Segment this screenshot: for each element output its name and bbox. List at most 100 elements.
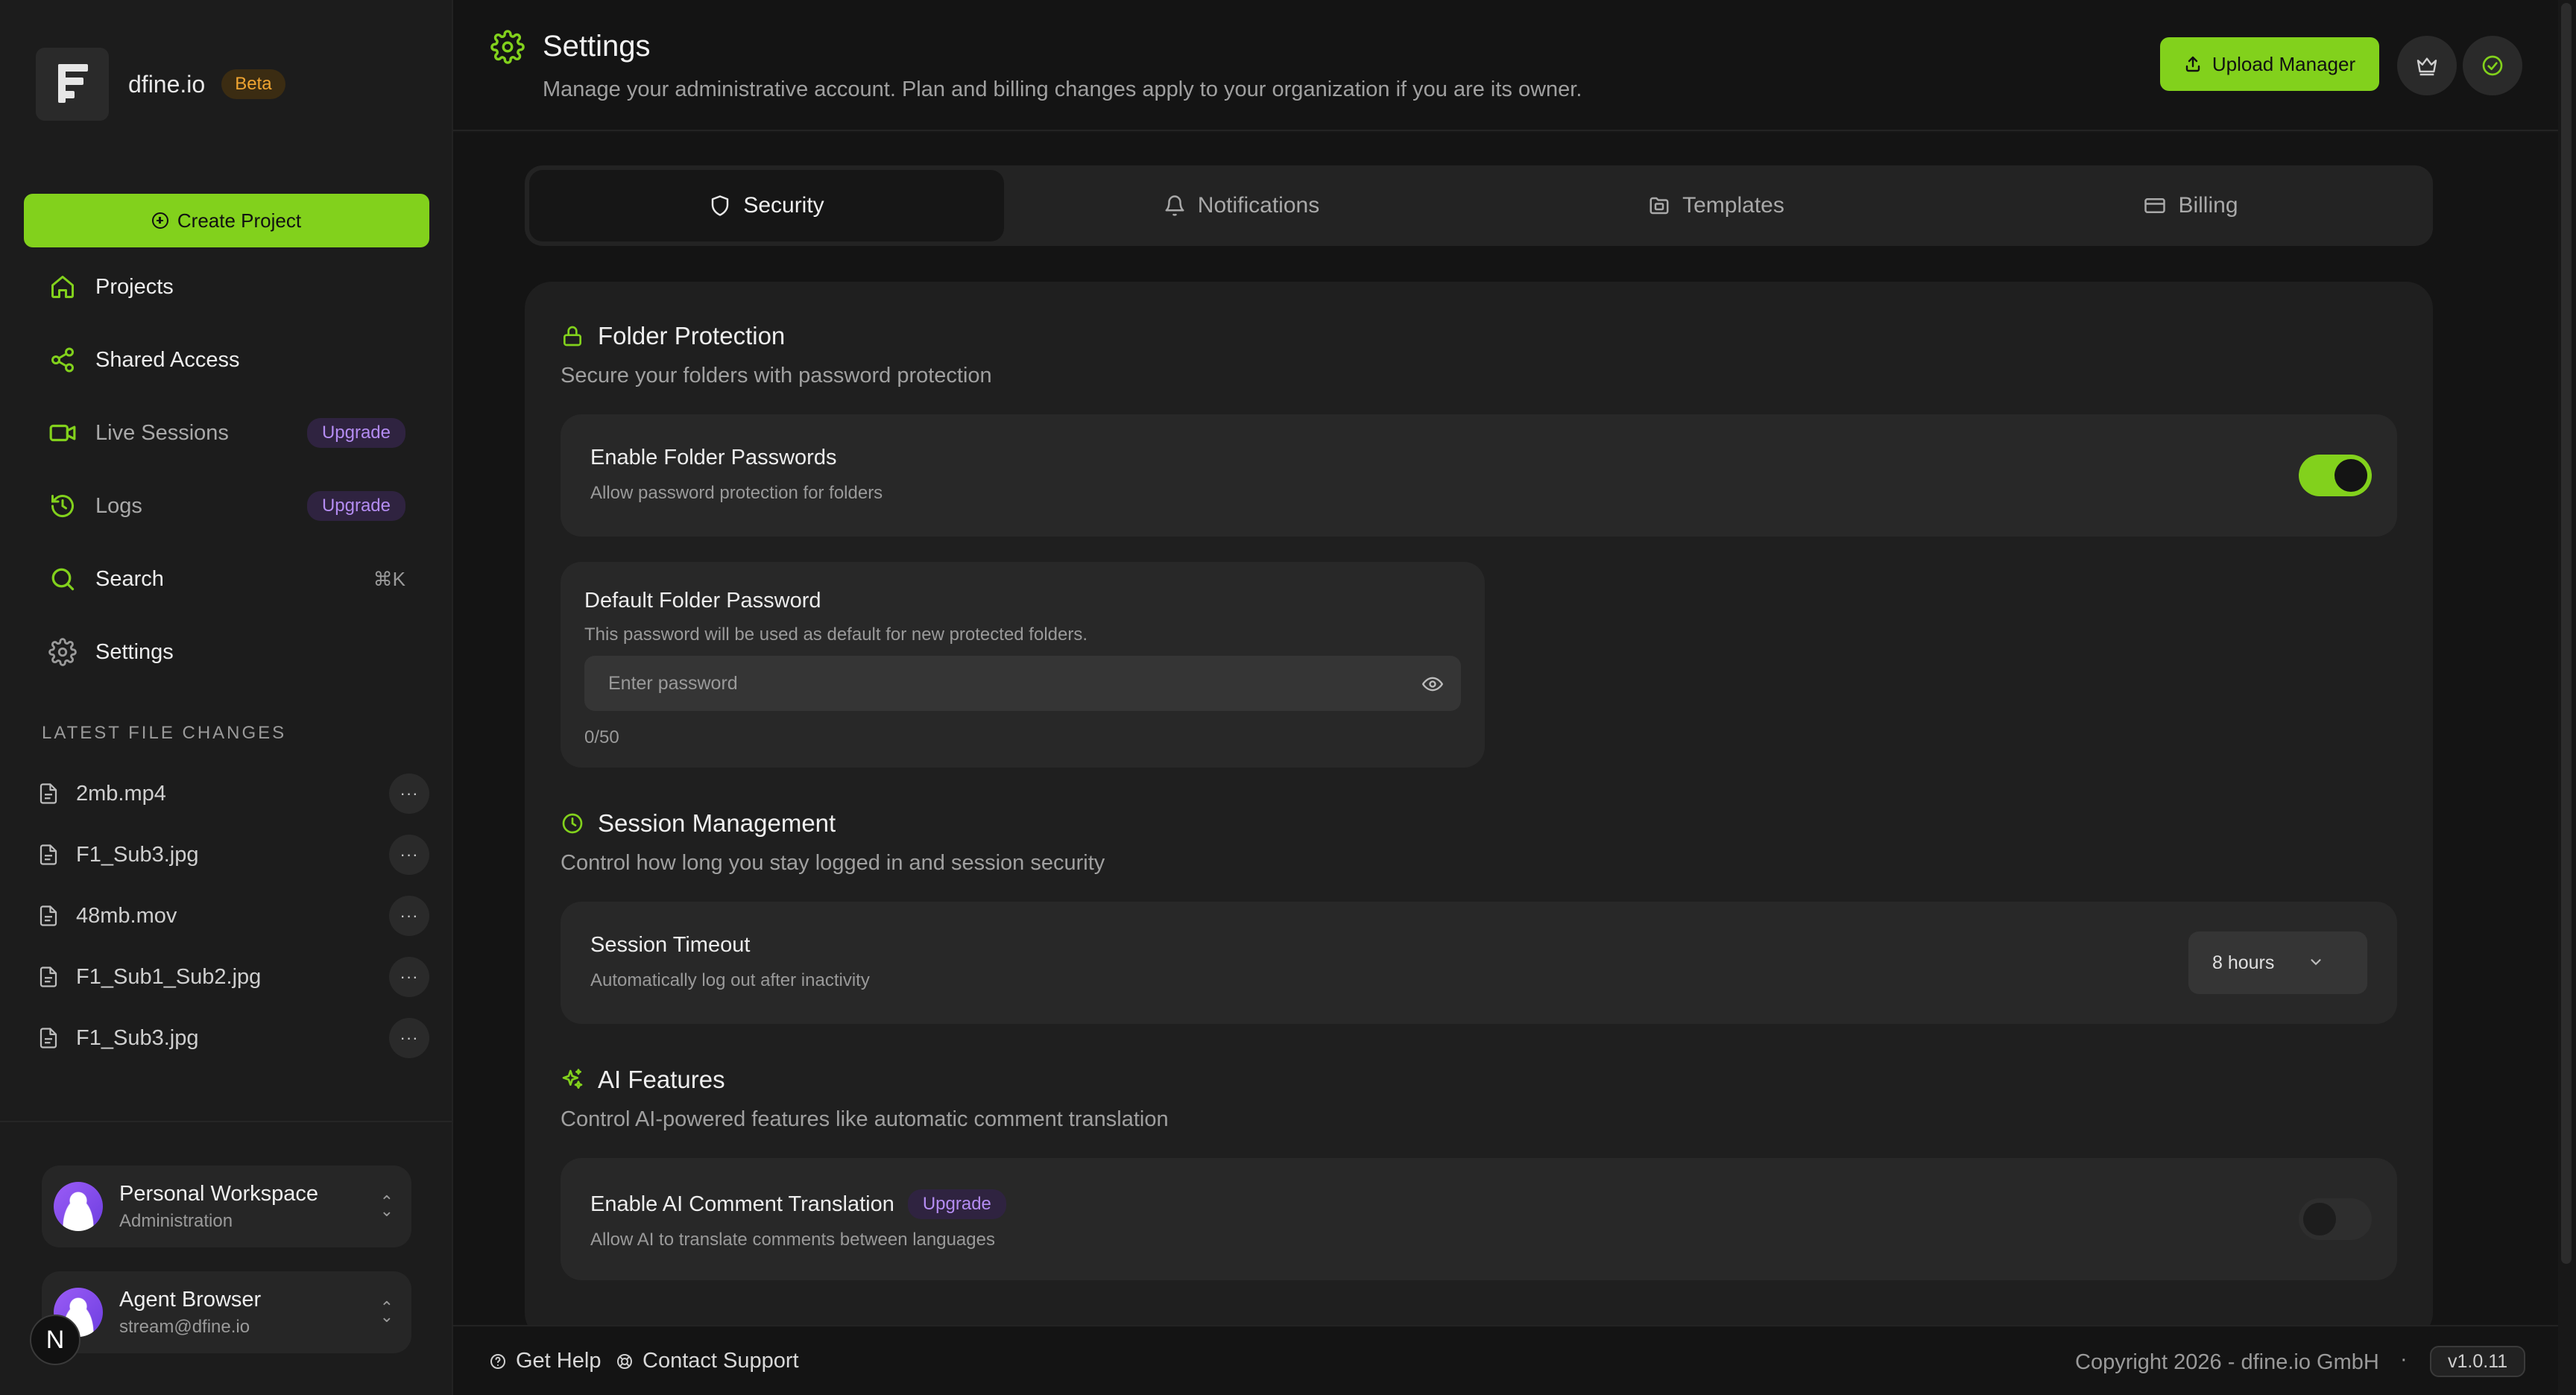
section-title: AI Features xyxy=(598,1066,725,1093)
tab-label: Billing xyxy=(2178,193,2238,218)
search-icon xyxy=(48,564,78,594)
home-icon xyxy=(48,272,78,302)
footer-separator: · xyxy=(2400,1347,2408,1371)
setting-description: Allow AI to translate comments between l… xyxy=(590,1230,995,1250)
sidebar-item-search[interactable]: Search ⌘K xyxy=(24,542,429,616)
sidebar-item-label: Shared Access xyxy=(95,347,240,372)
enable-folder-passwords-card: Enable Folder Passwords Allow password p… xyxy=(561,414,2397,537)
status-check-button[interactable] xyxy=(2463,36,2522,95)
chevron-updown-icon: ⌃ ⌄ xyxy=(379,1192,394,1220)
default-password-input[interactable] xyxy=(584,656,1461,711)
setting-title-row: Enable AI Comment Translation Upgrade xyxy=(590,1189,1006,1219)
file-menu-button[interactable]: ··· xyxy=(389,1018,429,1058)
sidebar-item-label: Projects xyxy=(95,274,174,299)
tab-notifications[interactable]: Notifications xyxy=(1004,170,1479,241)
ai-features-heading: AI Features xyxy=(561,1066,725,1094)
file-icon xyxy=(40,905,57,926)
setting-title: Session Timeout xyxy=(590,933,751,957)
sidebar-item-logs[interactable]: Logs Upgrade xyxy=(24,469,429,542)
sparkles-icon xyxy=(562,1069,583,1089)
bell-icon xyxy=(1165,195,1184,216)
upload-manager-label: Upload Manager xyxy=(2212,52,2356,75)
avatar xyxy=(54,1182,103,1231)
file-item[interactable]: F1_Sub3.jpg ··· xyxy=(24,1008,429,1069)
contact-support-link[interactable]: Contact Support xyxy=(616,1349,799,1373)
crown-icon xyxy=(2416,57,2437,76)
setting-description: Automatically log out after inactivity xyxy=(590,970,870,990)
sidebar-nav: Projects Shared Access Live Sessions Upg… xyxy=(24,250,429,689)
file-icon xyxy=(40,967,57,987)
page-header: Settings Manage your administrative acco… xyxy=(453,0,2558,131)
file-menu-button[interactable]: ··· xyxy=(389,774,429,814)
default-folder-password-card: Default Folder Password This password wi… xyxy=(561,562,1485,768)
next-dev-badge[interactable]: N xyxy=(30,1315,80,1365)
section-subtitle: Secure your folders with password protec… xyxy=(561,364,992,388)
sidebar-item-label: Live Sessions xyxy=(95,420,229,445)
latest-file-changes-title: LATEST FILE CHANGES xyxy=(42,723,287,743)
ai-translation-toggle[interactable] xyxy=(2299,1198,2372,1240)
ai-comment-translation-card: Enable AI Comment Translation Upgrade Al… xyxy=(561,1158,2397,1280)
upload-icon xyxy=(2185,56,2200,72)
workspace-role: Administration xyxy=(119,1210,233,1231)
file-item[interactable]: 2mb.mp4 ··· xyxy=(24,763,429,824)
file-menu-button[interactable]: ··· xyxy=(389,835,429,875)
upgrade-badge[interactable]: Upgrade xyxy=(306,491,405,521)
beta-badge: Beta xyxy=(221,69,285,99)
tab-label: Security xyxy=(743,193,824,218)
brand[interactable]: dfine.io Beta xyxy=(36,48,285,121)
section-title: Session Management xyxy=(598,809,836,837)
upgrade-badge[interactable]: Upgrade xyxy=(306,418,405,448)
scrollbar-thumb[interactable] xyxy=(2561,3,2572,1264)
workspace-switcher[interactable]: Personal Workspace Administration ⌃ ⌄ xyxy=(42,1165,411,1247)
page-footer: Get Help Contact Support Copyright 2026 … xyxy=(453,1325,2558,1395)
eye-icon[interactable] xyxy=(1422,674,1443,695)
upload-manager-button[interactable]: Upload Manager xyxy=(2160,37,2379,91)
account-switcher[interactable]: Agent Browser stream@dfine.io ⌃ ⌄ xyxy=(42,1271,411,1353)
life-buoy-icon xyxy=(617,1353,632,1369)
file-item[interactable]: F1_Sub3.jpg ··· xyxy=(24,824,429,885)
sidebar-item-live-sessions[interactable]: Live Sessions Upgrade xyxy=(24,396,429,469)
lock-icon xyxy=(564,326,581,347)
sidebar-item-settings[interactable]: Settings xyxy=(24,616,429,689)
clock-icon xyxy=(562,813,583,834)
tab-templates[interactable]: Templates xyxy=(1479,170,1954,241)
settings-content: Security Notifications Templates Billing… xyxy=(453,133,2558,1340)
tab-label: Templates xyxy=(1682,193,1784,218)
file-item[interactable]: F1_Sub1_Sub2.jpg ··· xyxy=(24,946,429,1008)
tab-billing[interactable]: Billing xyxy=(1954,170,2428,241)
file-menu-button[interactable]: ··· xyxy=(389,957,429,997)
page-title: Settings xyxy=(543,30,651,63)
sidebar-item-label: Search xyxy=(95,566,164,591)
sidebar-item-shared-access[interactable]: Shared Access xyxy=(24,323,429,396)
upgrade-badge[interactable]: Upgrade xyxy=(907,1189,1006,1219)
sidebar-divider xyxy=(0,1121,452,1122)
account-name: Agent Browser xyxy=(119,1287,262,1312)
setting-description: Allow password protection for folders xyxy=(590,483,883,503)
sidebar: dfine.io Beta Create Project Projects Sh… xyxy=(0,0,453,1395)
session-timeout-card: Session Timeout Automatically log out af… xyxy=(561,902,2397,1024)
file-name: F1_Sub3.jpg xyxy=(76,842,199,867)
share-icon xyxy=(48,345,78,375)
section-title: Folder Protection xyxy=(598,322,786,349)
sidebar-item-projects[interactable]: Projects xyxy=(24,250,429,323)
file-menu-button[interactable]: ··· xyxy=(389,896,429,936)
get-help-link[interactable]: Get Help xyxy=(489,1349,601,1373)
password-char-counter: 0/50 xyxy=(584,727,619,747)
create-project-label: Create Project xyxy=(177,209,302,232)
setting-title: Enable Folder Passwords xyxy=(590,446,837,469)
section-subtitle: Control how long you stay logged in and … xyxy=(561,851,1105,875)
contact-support-label: Contact Support xyxy=(643,1349,799,1373)
history-icon xyxy=(48,491,78,521)
chevron-down-icon xyxy=(2311,959,2321,966)
get-help-label: Get Help xyxy=(516,1349,602,1373)
file-item[interactable]: 48mb.mov ··· xyxy=(24,885,429,946)
folder-passwords-toggle[interactable] xyxy=(2299,455,2372,496)
copyright-text: Copyright 2026 - dfine.io GmbH xyxy=(2075,1350,2379,1374)
page-subtitle: Manage your administrative account. Plan… xyxy=(543,78,1582,101)
card-icon xyxy=(2144,198,2166,213)
session-timeout-select[interactable]: 8 hours xyxy=(2188,931,2367,994)
upgrade-plan-button[interactable] xyxy=(2397,36,2457,95)
create-project-button[interactable]: Create Project xyxy=(24,194,429,247)
tab-security[interactable]: Security xyxy=(529,170,1004,241)
file-name: F1_Sub3.jpg xyxy=(76,1025,199,1050)
